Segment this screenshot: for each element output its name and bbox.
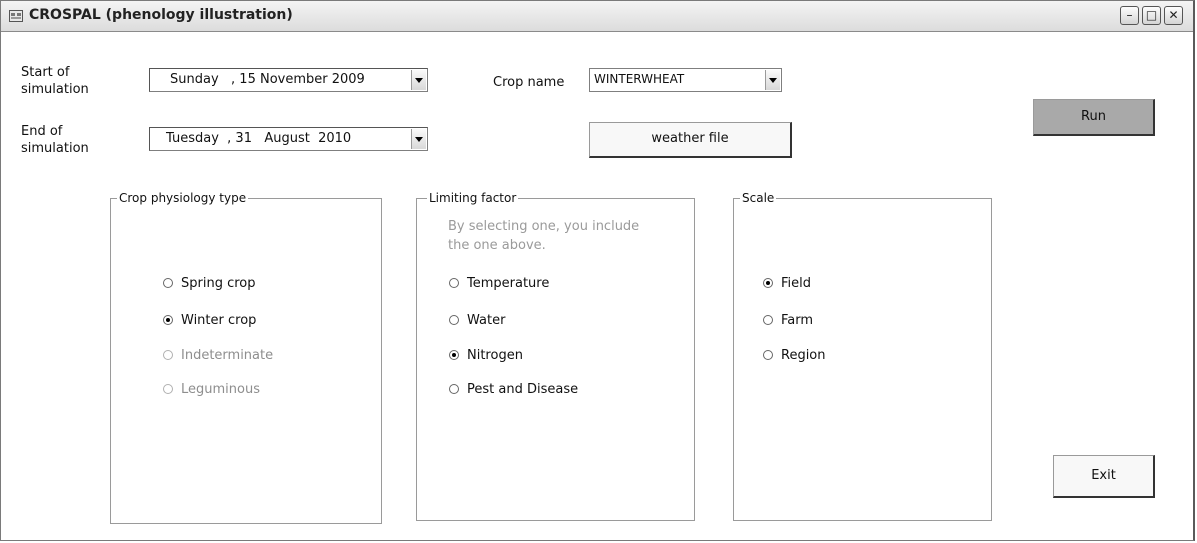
end-label-line2: simulation — [21, 141, 89, 156]
radio-label: Indeterminate — [181, 348, 274, 363]
scale-title: Scale — [740, 190, 777, 206]
window-title: CROSPAL (phenology illustration) — [29, 7, 293, 23]
main-window: CROSPAL (phenology illustration) – □ ✕ S… — [0, 0, 1195, 541]
radio-button-icon[interactable] — [763, 315, 773, 325]
radio-button-icon[interactable] — [449, 278, 459, 288]
limiting-factor-note: By selecting one, you include the one ab… — [448, 217, 639, 255]
start-label-line1: Start of — [21, 65, 70, 80]
minimize-button[interactable]: – — [1120, 6, 1139, 25]
maximize-button[interactable]: □ — [1142, 6, 1161, 25]
radio-label: Field — [781, 276, 812, 291]
radio-button-icon[interactable] — [449, 384, 459, 394]
crop-physiology-group: Crop physiology type Spring crop Winter … — [110, 190, 382, 524]
end-label-line1: End of — [21, 124, 63, 139]
chevron-down-icon[interactable] — [411, 70, 426, 90]
close-button[interactable]: ✕ — [1164, 6, 1183, 25]
scale-group: Scale Field Farm Region — [733, 190, 992, 521]
start-date-value: Sunday , 15 November 2009 — [170, 72, 365, 87]
start-label-line2: simulation — [21, 82, 89, 97]
radio-button-icon[interactable] — [163, 278, 173, 288]
chevron-down-icon[interactable] — [411, 129, 426, 149]
end-date-value: Tuesday , 31 August 2010 — [166, 131, 352, 146]
radio-label: Nitrogen — [467, 348, 523, 363]
exit-button[interactable]: Exit — [1053, 455, 1155, 498]
radio-label: Temperature — [467, 276, 550, 291]
close-icon: ✕ — [1168, 8, 1179, 22]
weather-file-label: weather file — [651, 131, 729, 146]
note-line1: By selecting one, you include — [448, 219, 640, 234]
radio-button-icon — [163, 350, 173, 360]
weather-file-button[interactable]: weather file — [589, 122, 792, 158]
radio-button-icon — [163, 384, 173, 394]
title-bar[interactable]: CROSPAL (phenology illustration) – □ ✕ — [1, 1, 1193, 32]
maximize-icon: □ — [1145, 8, 1158, 22]
radio-button-icon[interactable] — [449, 315, 459, 325]
crop-name-label: Crop name — [493, 75, 565, 90]
radio-button-icon[interactable] — [163, 315, 173, 325]
crop-name-select[interactable]: WINTERWHEAT — [589, 68, 782, 92]
note-line2: the one above. — [448, 238, 546, 253]
end-simulation-label: End of simulation — [21, 123, 89, 157]
start-simulation-label: Start of simulation — [21, 64, 89, 98]
radio-button-icon[interactable] — [763, 278, 773, 288]
radio-label: Spring crop — [181, 276, 256, 291]
radio-label: Water — [467, 313, 506, 328]
run-button[interactable]: Run — [1033, 99, 1155, 136]
radio-label: Farm — [781, 313, 814, 328]
chevron-down-icon[interactable] — [765, 70, 780, 90]
radio-button-icon[interactable] — [763, 350, 773, 360]
limiting-factor-group: Limiting factor By selecting one, you in… — [416, 190, 695, 521]
start-date-picker[interactable]: Sunday , 15 November 2009 — [149, 68, 428, 92]
exit-label: Exit — [1091, 468, 1116, 483]
minimize-icon: – — [1126, 8, 1133, 22]
run-label: Run — [1081, 109, 1106, 124]
radio-label: Pest and Disease — [467, 382, 579, 397]
end-date-picker[interactable]: Tuesday , 31 August 2010 — [149, 127, 428, 151]
radio-label: Region — [781, 348, 826, 363]
radio-label: Winter crop — [181, 313, 257, 328]
radio-button-icon[interactable] — [449, 350, 459, 360]
radio-label: Leguminous — [181, 382, 260, 397]
limiting-factor-title: Limiting factor — [427, 190, 519, 206]
crop-name-value: WINTERWHEAT — [594, 72, 685, 86]
crop-physiology-title: Crop physiology type — [117, 190, 249, 206]
app-icon — [9, 10, 23, 22]
